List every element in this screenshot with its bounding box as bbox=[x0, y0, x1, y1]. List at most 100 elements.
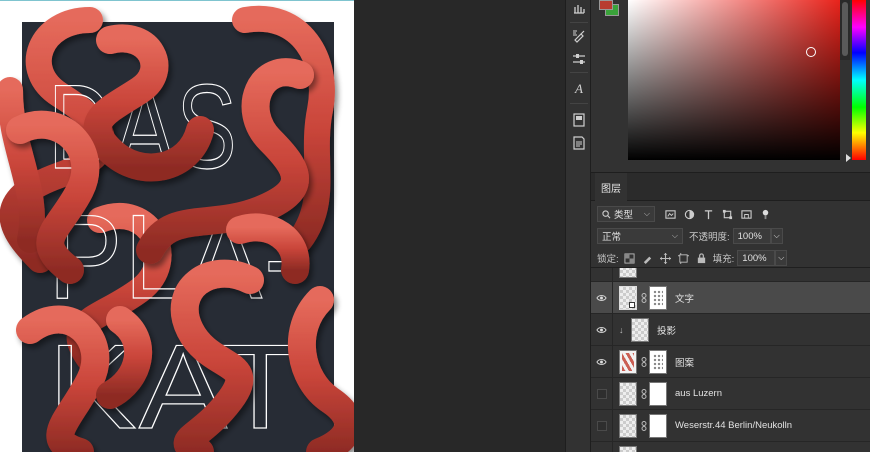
layer-row[interactable]: ↓ 投影 bbox=[591, 313, 870, 346]
lock-icons bbox=[624, 252, 707, 264]
layer-filter-row: 类型 ⌵ bbox=[597, 206, 870, 222]
layer-visibility-toggle[interactable] bbox=[591, 345, 613, 378]
layer-thumbnail[interactable] bbox=[619, 349, 637, 374]
lock-label: 锁定: bbox=[597, 254, 619, 265]
layer-thumbnail[interactable] bbox=[619, 413, 637, 438]
hidden-eye-box bbox=[596, 420, 607, 431]
lock-artboard-icon[interactable] bbox=[677, 252, 689, 264]
layer-name[interactable]: aus Luzern bbox=[675, 388, 722, 399]
layer-row[interactable]: 图案 bbox=[591, 345, 870, 378]
layer-row-hidden-top[interactable] bbox=[591, 268, 870, 282]
hidden-eye-box bbox=[596, 388, 607, 399]
layer-thumbnail[interactable] bbox=[619, 381, 637, 406]
character-icon[interactable]: A bbox=[569, 78, 589, 98]
lock-row: 锁定: 填充: 100% ⌵ bbox=[597, 250, 870, 266]
document-canvas[interactable]: DAS PLA- KAT bbox=[0, 0, 565, 452]
properties-icon[interactable] bbox=[569, 110, 589, 130]
layer-name[interactable]: 图案 bbox=[675, 355, 694, 369]
layer-visibility-toggle[interactable] bbox=[591, 268, 613, 282]
svg-text:A: A bbox=[574, 81, 583, 95]
filter-adjustment-icon[interactable] bbox=[684, 209, 695, 220]
eye-icon bbox=[596, 294, 607, 301]
hue-slider-marker[interactable] bbox=[846, 154, 851, 162]
layer-mask-link[interactable] bbox=[639, 292, 649, 303]
chain-link-icon bbox=[641, 292, 647, 303]
layer-row[interactable]: Weserstr.44 Berlin/Neukolln bbox=[591, 409, 870, 442]
chevron-down-icon: ⌵ bbox=[671, 231, 678, 240]
color-panel bbox=[591, 0, 870, 172]
chain-link-icon bbox=[641, 356, 647, 367]
layer-filter-icons bbox=[665, 209, 771, 220]
opacity-dropdown[interactable]: ⌵ bbox=[770, 228, 783, 244]
tool-divider bbox=[570, 103, 588, 104]
layer-visibility-toggle[interactable] bbox=[591, 441, 613, 452]
lock-transparent-pixels-icon[interactable] bbox=[624, 252, 635, 264]
layer-mask-link[interactable] bbox=[639, 420, 649, 431]
smart-object-badge bbox=[629, 301, 635, 308]
chevron-down-icon: ⌵ bbox=[778, 253, 785, 262]
search-icon bbox=[602, 209, 611, 218]
color-panel-scrollbar[interactable] bbox=[840, 0, 850, 60]
layer-mask-thumbnail[interactable] bbox=[649, 381, 667, 406]
filter-shape-icon[interactable] bbox=[722, 209, 733, 220]
layer-list[interactable]: 文字 ↓ 投影 图案 aus Luzern Weserstr.44 Berlin… bbox=[591, 267, 870, 452]
poster-artwork: DAS PLA- KAT bbox=[0, 5, 354, 452]
layer-row[interactable]: aus Luzern bbox=[591, 377, 870, 410]
opacity-value: 100% bbox=[737, 230, 762, 242]
layer-name[interactable]: 投影 bbox=[657, 323, 676, 337]
chain-link-icon bbox=[641, 420, 647, 431]
fill-input[interactable]: 100% bbox=[737, 250, 776, 266]
layer-row[interactable]: 文字 bbox=[591, 281, 870, 314]
layer-filter-kind-select[interactable]: 类型 ⌵ bbox=[597, 206, 655, 222]
color-picker-cursor[interactable] bbox=[806, 47, 816, 57]
layer-filter-kind-label: 类型 bbox=[614, 210, 634, 221]
layer-visibility-toggle[interactable] bbox=[591, 313, 613, 346]
layer-name[interactable]: Weserstr.44 Berlin/Neukolln bbox=[675, 420, 792, 431]
layer-name[interactable]: 文字 bbox=[675, 291, 694, 305]
filter-toggle-icon[interactable] bbox=[760, 209, 771, 220]
filter-type-icon[interactable] bbox=[703, 209, 714, 220]
fill-value: 100% bbox=[742, 252, 767, 264]
layer-thumbnail bbox=[619, 445, 637, 452]
brushes-icon[interactable] bbox=[569, 26, 589, 46]
chevron-down-icon: ⌵ bbox=[643, 209, 650, 218]
filter-pixel-icon[interactable] bbox=[665, 209, 676, 220]
layer-visibility-toggle[interactable] bbox=[591, 281, 613, 314]
opacity-input[interactable]: 100% bbox=[732, 228, 771, 244]
eye-icon bbox=[596, 326, 607, 333]
clipping-arrow-icon: ↓ bbox=[619, 324, 624, 335]
layer-visibility-toggle[interactable] bbox=[591, 409, 613, 442]
fill-dropdown[interactable]: ⌵ bbox=[775, 250, 788, 266]
layer-mask-thumbnail[interactable] bbox=[649, 413, 667, 438]
tool-divider bbox=[570, 72, 588, 73]
layer-thumbnail[interactable] bbox=[619, 285, 637, 310]
layer-mask-thumbnail[interactable] bbox=[649, 349, 667, 374]
filter-smart-object-icon[interactable] bbox=[741, 209, 752, 220]
blend-mode-value: 正常 bbox=[602, 232, 622, 243]
layer-thumbnail[interactable] bbox=[631, 317, 649, 342]
blend-mode-select[interactable]: 正常 ⌵ bbox=[597, 228, 683, 244]
adjust-icon[interactable] bbox=[569, 49, 589, 69]
color-picker-field[interactable] bbox=[628, 0, 840, 160]
hue-slider[interactable] bbox=[852, 0, 866, 160]
layer-mask-link[interactable] bbox=[639, 388, 649, 399]
foreground-color-swatch[interactable] bbox=[599, 0, 613, 10]
history-icon[interactable] bbox=[569, 0, 589, 20]
opacity-label: 不透明度: bbox=[689, 232, 730, 243]
layer-visibility-toggle[interactable] bbox=[591, 377, 613, 410]
layers-panel-header: 图层 bbox=[591, 173, 870, 201]
chain-link-icon bbox=[641, 388, 647, 399]
lock-image-pixels-icon[interactable] bbox=[642, 253, 653, 264]
notes-icon[interactable] bbox=[569, 133, 589, 153]
layer-thumbnail bbox=[619, 268, 637, 278]
right-panels: 图层 类型 ⌵ 正常 ⌵ 不透明度: 100% ⌵ 锁定: 填充: 100% ⌵… bbox=[591, 0, 870, 452]
tool-divider bbox=[570, 22, 588, 23]
layer-row-partial-bottom[interactable] bbox=[591, 441, 870, 452]
eye-icon bbox=[596, 358, 607, 365]
lock-all-icon[interactable] bbox=[696, 252, 707, 264]
layer-mask-link[interactable] bbox=[639, 356, 649, 367]
lock-position-icon[interactable] bbox=[659, 252, 671, 264]
layer-mask-thumbnail[interactable] bbox=[649, 285, 667, 310]
blend-mode-row: 正常 ⌵ 不透明度: 100% ⌵ bbox=[597, 228, 870, 244]
tab-layers[interactable]: 图层 bbox=[595, 173, 627, 201]
